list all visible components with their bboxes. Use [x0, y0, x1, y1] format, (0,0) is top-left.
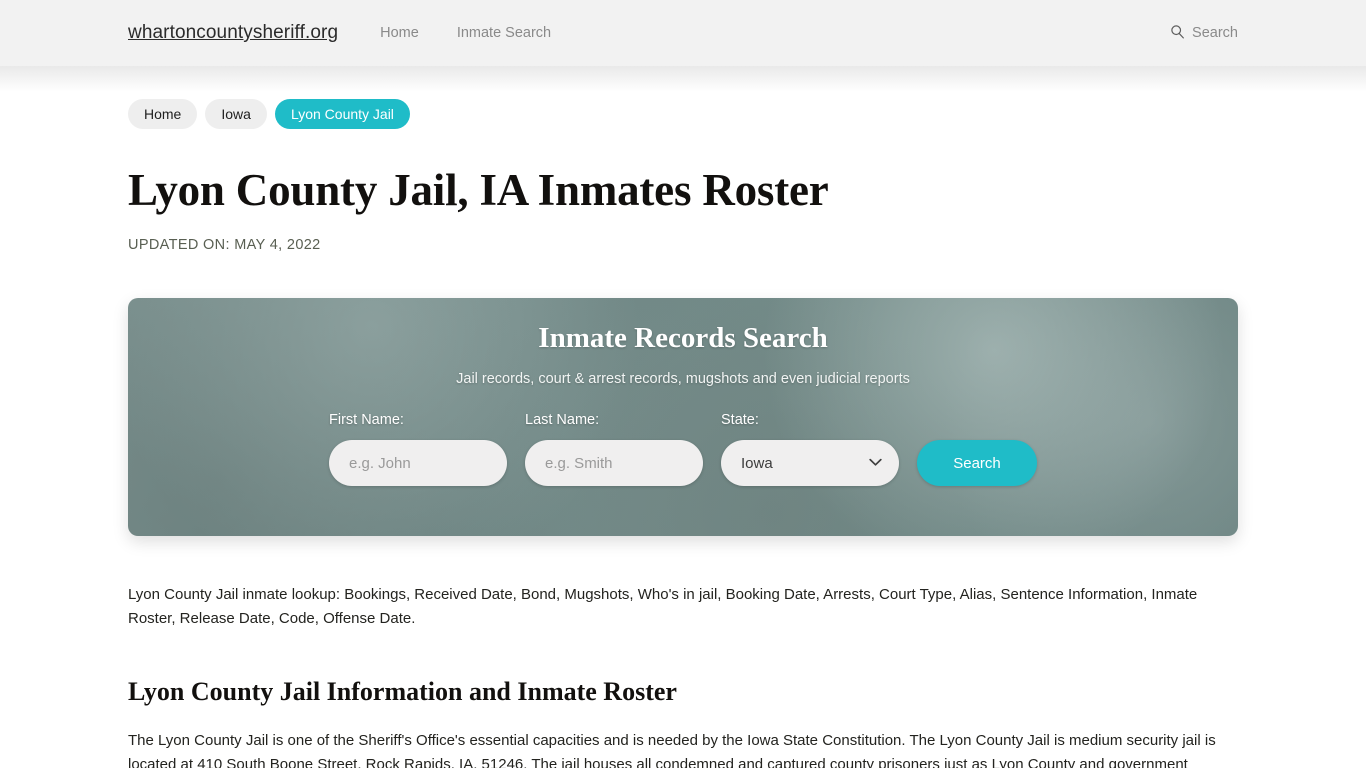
breadcrumb-item-lyon-county-jail[interactable]: Lyon County Jail	[274, 99, 410, 129]
search-submit-button[interactable]: Search	[917, 440, 1037, 486]
first-name-label: First Name:	[329, 412, 404, 428]
breadcrumb: Home Iowa Lyon County Jail	[128, 99, 1238, 129]
state-select[interactable]: Iowa	[721, 440, 899, 486]
state-field-group: State: Iowa	[721, 412, 899, 486]
breadcrumb-item-home[interactable]: Home	[128, 99, 198, 129]
first-name-field-group: First Name:	[329, 412, 507, 486]
page-content: Home Iowa Lyon County Jail Lyon County J…	[128, 66, 1238, 768]
last-name-field-group: Last Name:	[525, 412, 703, 486]
state-label: State:	[721, 412, 759, 428]
page-title: Lyon County Jail, IA Inmates Roster	[128, 165, 829, 215]
primary-nav: Home Inmate Search	[380, 25, 551, 41]
search-icon	[1170, 24, 1185, 43]
nav-item-home[interactable]: Home	[380, 25, 419, 41]
section-title-jail-information: Lyon County Jail Information and Inmate …	[128, 677, 677, 706]
inmate-lookup-description: Lyon County Jail inmate lookup: Bookings…	[128, 586, 1198, 627]
inmate-search-form: First Name: Last Name: State: Iowa	[329, 412, 1037, 486]
header-search-label: Search	[1192, 25, 1238, 41]
nav-inner: whartoncountysheriff.org Home Inmate Sea…	[128, 22, 1238, 44]
first-name-input[interactable]	[329, 440, 507, 486]
page-updated-date: UPDATED ON: MAY 4, 2022	[128, 237, 321, 253]
site-brand[interactable]: whartoncountysheriff.org	[128, 22, 338, 44]
state-select-wrap: Iowa	[721, 440, 899, 486]
last-name-label: Last Name:	[525, 412, 600, 428]
nav-item-inmate-search[interactable]: Inmate Search	[457, 25, 551, 41]
search-card-subtitle: Jail records, court & arrest records, mu…	[456, 371, 910, 387]
header-search-trigger[interactable]: Search	[1170, 24, 1238, 43]
site-header: whartoncountysheriff.org Home Inmate Sea…	[0, 0, 1366, 92]
jail-information-paragraph: The Lyon County Jail is one of the Sheri…	[128, 732, 1216, 768]
breadcrumb-item-iowa[interactable]: Iowa	[205, 99, 267, 129]
last-name-input[interactable]	[525, 440, 703, 486]
inmate-records-search-card: Inmate Records Search Jail records, cour…	[128, 298, 1238, 536]
search-card-title: Inmate Records Search	[538, 322, 828, 354]
search-card-inner: Inmate Records Search Jail records, cour…	[128, 298, 1238, 536]
